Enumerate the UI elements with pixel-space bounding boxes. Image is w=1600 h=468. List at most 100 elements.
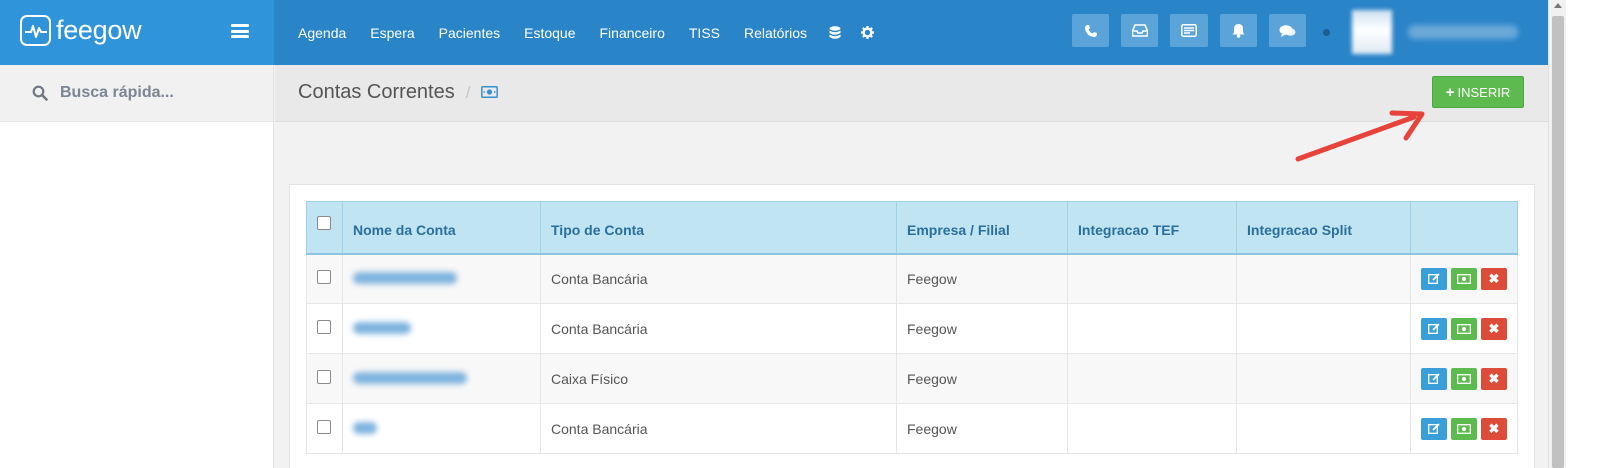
account-type-cell: Caixa Físico [540,353,897,404]
tef-cell [1067,303,1237,354]
close-icon: ✖ [1488,270,1500,286]
account-name-redacted[interactable] [353,421,377,434]
row-checkbox[interactable] [317,369,331,384]
menu-toggle-icon[interactable] [231,24,249,38]
actions-column-header [1410,201,1518,255]
annotation-arrow-icon [1295,110,1425,162]
row-select-cell [306,253,343,304]
account-name-cell[interactable] [342,353,541,404]
column-header[interactable]: Tipo de Conta [540,201,897,255]
insert-button-label: INSERIR [1457,84,1511,100]
edit-icon [1428,273,1440,285]
column-header[interactable]: Empresa / Filial [896,201,1068,255]
status-dot [1323,29,1330,36]
insert-button[interactable]: + INSERIR [1432,76,1524,108]
money-button[interactable] [1451,367,1477,390]
table-row: Conta Bancária Feegow ✖ [306,253,1518,304]
account-name-redacted[interactable] [353,371,467,384]
chat-icon[interactable] [1269,14,1306,47]
nav-item-estoque[interactable]: Estoque [512,0,587,65]
bell-icon[interactable] [1220,14,1257,47]
split-cell [1236,253,1411,304]
nav-item-tiss[interactable]: TISS [677,0,732,65]
row-select-cell [306,403,343,454]
row-checkbox[interactable] [317,419,331,434]
column-header[interactable]: Integracao Split [1236,201,1411,255]
list-card-icon[interactable] [1170,14,1208,47]
money-icon [1457,423,1471,434]
account-name-cell[interactable] [342,303,541,354]
nav-item-relatorios[interactable]: Relatórios [732,0,819,65]
search-icon [32,85,48,101]
account-name-cell[interactable] [342,403,541,454]
tef-cell [1067,403,1237,454]
account-type-cell: Conta Bancária [540,303,897,354]
avatar [1352,10,1392,54]
money-button[interactable] [1451,267,1477,290]
nav-item-espera[interactable]: Espera [358,0,426,65]
inbox-icon[interactable] [1121,14,1158,47]
search-input[interactable] [60,84,260,102]
split-cell [1236,353,1411,404]
brand-name: feegow [56,15,142,45]
tef-cell [1067,353,1237,404]
account-name-redacted[interactable] [353,321,411,334]
row-checkbox[interactable] [317,269,331,284]
feegow-logo[interactable]: feegow [20,15,142,46]
breadcrumb-separator: / [465,82,471,102]
heartbeat-icon [20,15,51,46]
row-checkbox[interactable] [317,319,331,334]
close-icon: ✖ [1488,320,1500,336]
money-icon [1457,323,1471,334]
row-actions: ✖ [1410,353,1518,404]
company-cell: Feegow [896,353,1068,404]
delete-button[interactable]: ✖ [1481,317,1507,340]
edit-icon [1428,373,1440,384]
account-type-cell: Conta Bancária [540,403,897,454]
account-name-redacted[interactable] [353,271,457,284]
delete-button[interactable]: ✖ [1481,367,1507,390]
nav-item-agenda[interactable]: Agenda [286,0,358,65]
accounts-table: Nome da Conta Tipo de Conta Empresa / Fi… [306,201,1518,454]
gear-icon[interactable] [851,0,884,65]
edit-button[interactable] [1421,417,1447,440]
sidebar [0,65,274,468]
scroll-thumb[interactable] [1552,16,1564,468]
tef-cell [1067,253,1237,304]
breadcrumb: Contas Correntes / [298,81,499,104]
money-button[interactable] [1451,417,1477,440]
money-button[interactable] [1451,317,1477,340]
nav-item-pacientes[interactable]: Pacientes [427,0,512,65]
delete-button[interactable]: ✖ [1481,267,1507,290]
vertical-scrollbar[interactable] [1548,0,1566,468]
row-select-cell [306,303,343,354]
company-cell: Feegow [896,253,1068,304]
edit-icon [1428,423,1440,434]
main-nav: Agenda Espera Pacientes Estoque Financei… [286,0,884,65]
user-menu[interactable] [1352,10,1530,54]
money-icon [1457,273,1471,284]
close-icon: ✖ [1488,370,1500,386]
accounts-panel: Nome da Conta Tipo de Conta Empresa / Fi… [289,184,1535,468]
edit-button[interactable] [1421,267,1447,290]
split-cell [1236,403,1411,454]
column-header[interactable]: Nome da Conta [342,201,541,255]
nav-item-financeiro[interactable]: Financeiro [588,0,677,65]
select-all-checkbox[interactable] [317,216,331,230]
select-all-cell [306,201,343,255]
row-select-cell [306,353,343,404]
money-icon [481,85,499,101]
table-row: Conta Bancária Feegow ✖ [306,403,1518,454]
account-name-cell[interactable] [342,253,541,304]
company-cell: Feegow [896,403,1068,454]
delete-button[interactable]: ✖ [1481,417,1507,440]
column-header[interactable]: Integracao TEF [1067,201,1237,255]
scroll-up-arrow-icon[interactable] [1554,3,1562,8]
logo-area: feegow [0,0,274,65]
edit-button[interactable] [1421,317,1447,340]
phone-icon[interactable] [1072,14,1109,47]
database-icon[interactable] [819,0,851,65]
edit-button[interactable] [1421,367,1447,390]
quick-search [0,65,273,122]
top-navbar: feegow Agenda Espera Pacientes Estoque F… [0,0,1583,65]
